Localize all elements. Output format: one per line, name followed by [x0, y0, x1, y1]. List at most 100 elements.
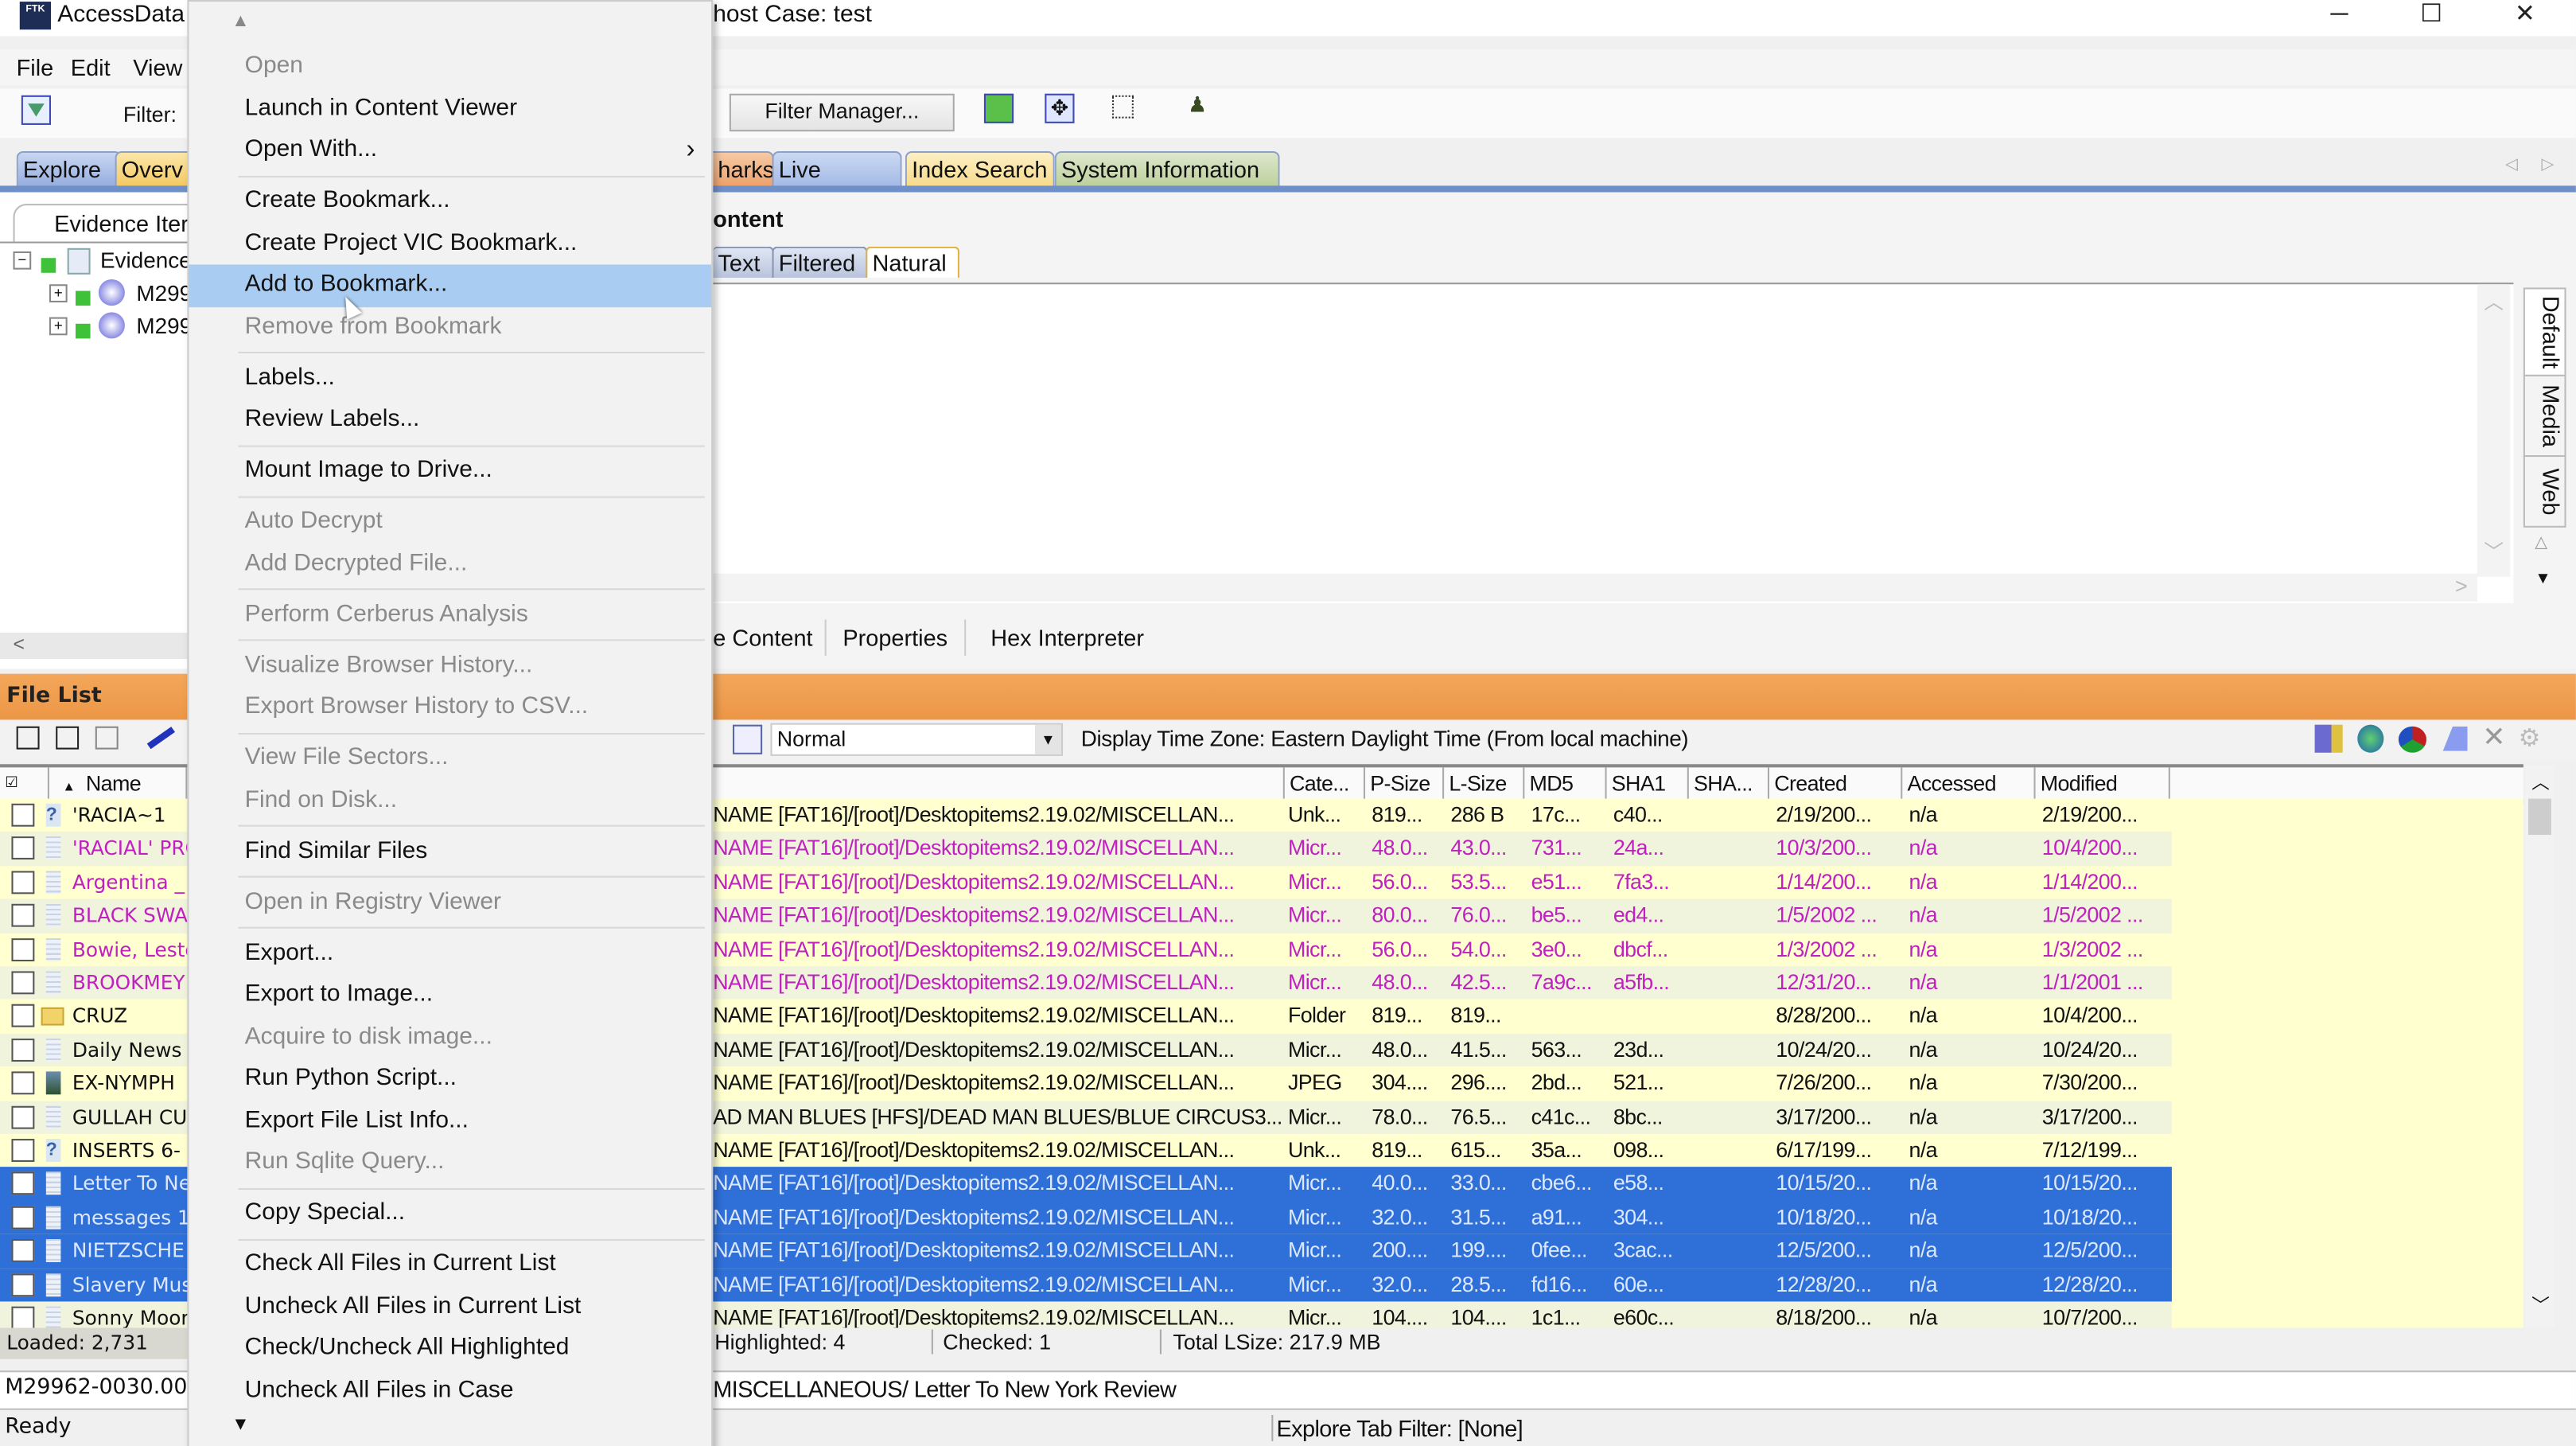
uncheck-icon[interactable] — [56, 726, 80, 750]
menu-item-open-with[interactable]: Open With... › — [189, 130, 711, 172]
scroll-down-icon[interactable]: ﹀ — [2531, 1292, 2550, 1318]
tab-bookmarks[interactable]: harks — [713, 150, 774, 188]
tab-live-search[interactable]: Live Search — [772, 150, 902, 217]
menu-item-labels[interactable]: Labels... — [189, 357, 711, 400]
menu-scroll-up-icon[interactable]: ▲ — [232, 11, 249, 31]
menu-scroll-down-icon[interactable]: ▼ — [232, 1415, 249, 1435]
tab-evidence-items[interactable]: Evidence Iter — [13, 204, 204, 242]
row-checkbox[interactable] — [11, 1004, 35, 1028]
tree-item-evidence[interactable]: Evidence — [100, 248, 192, 273]
column-category[interactable]: Cate... — [1285, 767, 1366, 801]
file-list-vertical-scrollbar[interactable]: ︿ ﹀ — [2524, 766, 2555, 1328]
people-icon[interactable]: ♟ — [1188, 93, 1211, 117]
subtab-text[interactable]: Text — [713, 246, 774, 278]
expand-icon[interactable]: + — [49, 284, 68, 302]
column-lsize[interactable]: L-Size — [1444, 767, 1525, 801]
viewer-vertical-scrollbar[interactable]: ︿ ﹀ — [2477, 284, 2511, 577]
filter-icon[interactable] — [21, 95, 52, 125]
tab-scroll-left-icon[interactable]: ◁ — [2505, 156, 2518, 174]
menu-item-add-to-bookmark[interactable]: Add to Bookmark... — [189, 264, 712, 307]
menu-item-copy-special[interactable]: Copy Special... — [189, 1193, 711, 1235]
column-sha1[interactable]: SHA1 — [1607, 767, 1689, 801]
menu-item-uncheck-all-files-in-current-list[interactable]: Uncheck All Files in Current List — [189, 1286, 711, 1328]
row-checkbox[interactable] — [11, 871, 35, 894]
tab-hex-interpreter[interactable]: Hex Interpreter — [975, 620, 1161, 656]
menu-item-run-python-script[interactable]: Run Python Script... — [189, 1058, 711, 1101]
menu-file[interactable]: File — [17, 54, 54, 80]
side-scroll-down-icon[interactable]: ▼ — [2535, 571, 2551, 589]
menu-item-review-labels[interactable]: Review Labels... — [189, 400, 711, 442]
toggle-check-icon[interactable] — [95, 726, 119, 750]
menu-item-uncheck-all-files-in-case[interactable]: Uncheck All Files in Case — [189, 1370, 711, 1412]
tree-item-image-1[interactable]: M299 — [136, 281, 192, 306]
row-checkbox[interactable] — [11, 1071, 35, 1095]
filter-manager-button[interactable]: Filter Manager... — [729, 93, 955, 132]
menu-view[interactable]: View — [133, 54, 182, 80]
menu-item-create-project-vic-bookmark[interactable]: Create Project VIC Bookmark... — [189, 223, 711, 265]
row-checkbox[interactable] — [11, 1038, 35, 1062]
column-psize[interactable]: P-Size — [1365, 767, 1445, 801]
expand-icon[interactable]: + — [49, 317, 68, 336]
subtab-filtered[interactable]: Filtered — [772, 246, 868, 278]
tab-properties[interactable]: Properties — [824, 619, 966, 656]
globe-icon[interactable] — [2357, 724, 2384, 753]
scrollbar-thumb[interactable] — [2528, 798, 2551, 836]
close-icon[interactable]: ✕ — [2482, 722, 2505, 754]
menu-edit[interactable]: Edit — [71, 54, 111, 80]
column-created[interactable]: Created — [1769, 767, 1903, 801]
side-tab-web[interactable]: Web — [2523, 455, 2566, 528]
tile-view-icon[interactable] — [2314, 724, 2343, 753]
subtab-natural[interactable]: Natural — [866, 246, 959, 278]
check-all-icon[interactable] — [16, 726, 40, 750]
menu-item-check-uncheck-all-highlighted[interactable]: Check/Uncheck All Highlighted — [189, 1328, 711, 1370]
side-tab-default[interactable]: Default — [2523, 287, 2566, 376]
green-tag-icon[interactable] — [983, 93, 1014, 123]
row-checkbox[interactable] — [11, 1105, 35, 1128]
column-check-all-icon[interactable]: ☑ — [0, 767, 49, 801]
column-modified[interactable]: Modified — [2036, 767, 2170, 801]
menu-item-export-to-image[interactable]: Export to Image... — [189, 975, 711, 1017]
row-checkbox[interactable] — [11, 1139, 35, 1162]
menu-item-export-file-list-info[interactable]: Export File List Info... — [189, 1101, 711, 1143]
settings-icon[interactable]: ⚙ — [2519, 723, 2541, 753]
viewer-horizontal-scrollbar[interactable]: > — [713, 573, 2478, 602]
pen-icon[interactable] — [146, 727, 175, 750]
bookmark-add-icon[interactable] — [2442, 726, 2468, 751]
row-checkbox[interactable] — [11, 1172, 35, 1196]
row-checkbox[interactable] — [11, 904, 35, 928]
menu-item-create-bookmark[interactable]: Create Bookmark... — [189, 181, 711, 223]
column-name[interactable]: ▲ Name — [49, 767, 188, 801]
tab-system-information[interactable]: System Information — [1054, 150, 1280, 188]
row-checkbox[interactable] — [11, 836, 35, 860]
close-button[interactable]: ✕ — [2492, 0, 2558, 33]
tab-overview[interactable]: Overv — [115, 150, 194, 188]
view-select[interactable]: Normal ▼ — [770, 723, 1064, 756]
menu-item-launch-in-content-viewer[interactable]: Launch in Content Viewer — [189, 88, 711, 130]
column-settings-icon[interactable] — [732, 724, 763, 754]
move-icon[interactable]: ✥ — [1045, 93, 1075, 123]
tab-explore[interactable]: Explore — [16, 150, 122, 188]
column-path[interactable] — [713, 767, 1285, 801]
minimize-button[interactable]: ─ — [2306, 0, 2372, 33]
column-md5[interactable]: MD5 — [1524, 767, 1607, 801]
row-checkbox[interactable] — [11, 937, 35, 961]
tab-file-content[interactable]: e Content — [697, 620, 830, 656]
row-checkbox[interactable] — [11, 1206, 35, 1230]
side-tab-media[interactable]: Media — [2523, 374, 2566, 458]
menu-item-export[interactable]: Export... — [189, 933, 711, 975]
tree-item-image-2[interactable]: M299 — [136, 314, 192, 338]
side-scroll-up-icon[interactable]: △ — [2535, 534, 2547, 552]
tab-scroll-right-icon[interactable]: ▷ — [2542, 156, 2555, 174]
row-checkbox[interactable] — [11, 1306, 35, 1328]
scroll-up-icon[interactable]: ︿ — [2531, 769, 2550, 795]
row-checkbox[interactable] — [11, 803, 35, 827]
chevron-down-icon[interactable]: ▼ — [1034, 724, 1061, 754]
horizontal-scrollbar[interactable]: < — [0, 633, 188, 660]
column-sha[interactable]: SHA... — [1689, 767, 1770, 801]
row-checkbox[interactable] — [11, 971, 35, 995]
menu-item-find-similar-files[interactable]: Find Similar Files — [189, 831, 711, 873]
selection-icon[interactable] — [1112, 95, 1134, 119]
row-checkbox[interactable] — [11, 1273, 35, 1296]
row-checkbox[interactable] — [11, 1239, 35, 1263]
maximize-button[interactable]: ☐ — [2399, 0, 2465, 33]
